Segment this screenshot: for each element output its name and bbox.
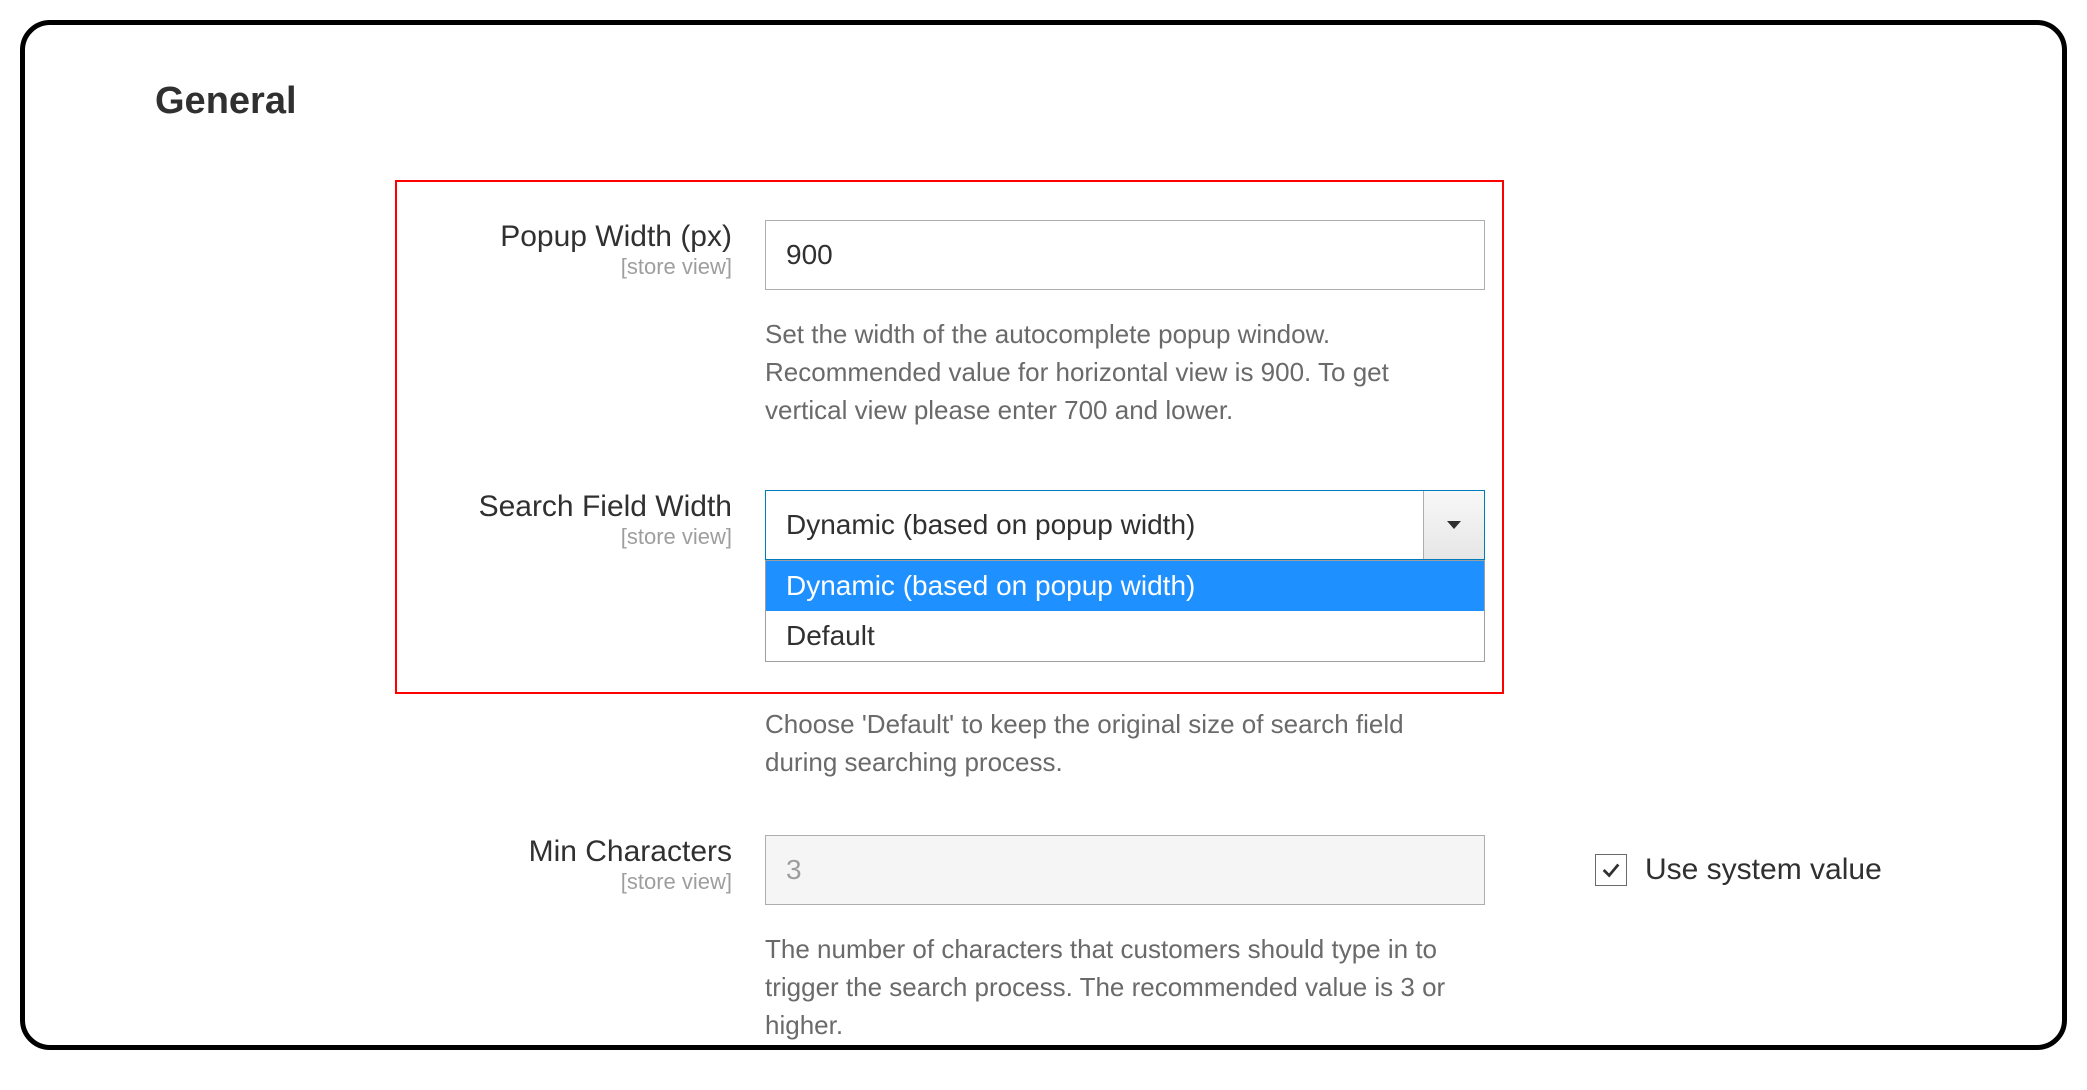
popup-width-input[interactable]: [765, 220, 1485, 290]
search-field-width-label-col: Search Field Width [store view]: [382, 490, 732, 550]
search-field-width-dropdown-list: Dynamic (based on popup width) Default: [765, 560, 1485, 662]
use-system-value-label: Use system value: [1645, 853, 1882, 887]
check-icon: [1600, 859, 1622, 881]
search-field-width-row: Search Field Width [store view] Dynamic …: [25, 490, 2062, 570]
popup-width-label: Popup Width (px): [382, 220, 732, 254]
dropdown-option-dynamic[interactable]: Dynamic (based on popup width): [766, 561, 1484, 611]
popup-width-label-col: Popup Width (px) [store view]: [382, 220, 732, 280]
use-system-value-wrap: Use system value: [1595, 853, 1882, 887]
search-field-width-help: Choose 'Default' to keep the original si…: [765, 705, 1465, 781]
section-title: General: [155, 80, 297, 123]
search-field-width-select[interactable]: Dynamic (based on popup width): [765, 490, 1485, 560]
min-characters-help: The number of characters that customers …: [765, 930, 1465, 1044]
search-field-width-label: Search Field Width: [382, 490, 732, 524]
use-system-value-checkbox[interactable]: [1595, 854, 1627, 886]
search-field-width-scope: [store view]: [382, 524, 732, 550]
min-characters-label-col: Min Characters [store view]: [382, 835, 732, 895]
popup-width-row: Popup Width (px) [store view]: [25, 220, 2062, 300]
min-characters-row: Min Characters [store view] Use system v…: [25, 835, 2062, 915]
dropdown-toggle-button[interactable]: [1423, 491, 1484, 559]
min-characters-scope: [store view]: [382, 869, 732, 895]
popup-width-help: Set the width of the autocomplete popup …: [765, 315, 1465, 429]
popup-width-scope: [store view]: [382, 254, 732, 280]
config-panel: General Popup Width (px) [store view] Se…: [20, 20, 2067, 1050]
dropdown-option-default[interactable]: Default: [766, 611, 1484, 661]
search-field-width-selected-value: Dynamic (based on popup width): [766, 509, 1423, 541]
caret-down-icon: [1447, 521, 1461, 529]
min-characters-input: [765, 835, 1485, 905]
min-characters-label: Min Characters: [382, 835, 732, 869]
